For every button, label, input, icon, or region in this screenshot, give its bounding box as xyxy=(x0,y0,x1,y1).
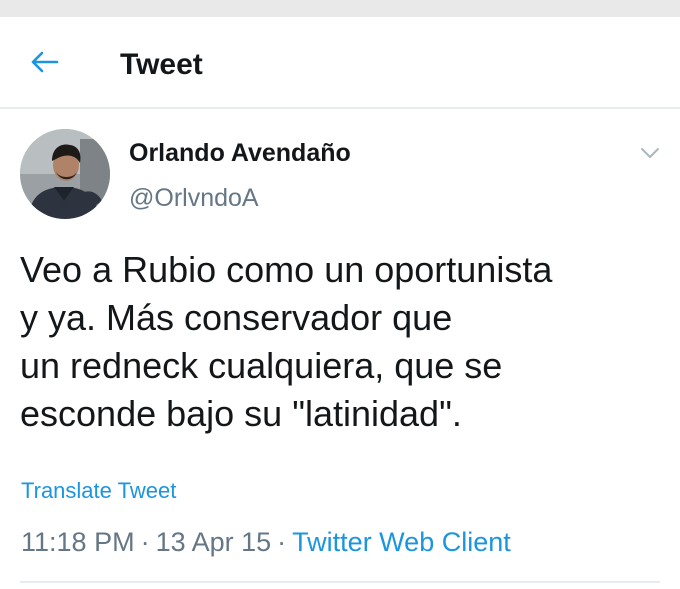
tweet-text-line: esconde bajo su "latinidad". xyxy=(20,393,462,434)
author-handle[interactable]: @OrlvndoA xyxy=(129,184,259,213)
back-button[interactable] xyxy=(26,49,62,79)
header-bar: Tweet xyxy=(0,17,680,109)
meta-separator: · xyxy=(140,527,150,557)
tweet-date: 13 Apr 15 xyxy=(155,527,272,557)
divider xyxy=(20,581,660,583)
tweet-text-line: Veo a Rubio como un oportunista xyxy=(20,249,553,290)
tweet-text-line: y ya. Más conservador que xyxy=(20,297,453,338)
tweet-time: 11:18 PM xyxy=(21,527,135,557)
top-strip xyxy=(0,0,680,17)
translate-tweet-link[interactable]: Translate Tweet xyxy=(21,478,176,504)
tweet-text-line: un redneck cualquiera, que se xyxy=(20,345,503,386)
author-display-name[interactable]: Orlando Avendaño xyxy=(129,139,351,168)
page-title: Tweet xyxy=(120,48,203,81)
tweet-options-button[interactable] xyxy=(636,143,664,167)
tweet-meta: 11:18 PM · 13 Apr 15 · Twitter Web Client xyxy=(21,527,511,558)
arrow-left-icon xyxy=(29,50,59,79)
chevron-down-icon xyxy=(640,146,660,164)
meta-separator: · xyxy=(277,527,287,557)
tweet-text: Veo a Rubio como un oportunista y ya. Má… xyxy=(20,246,660,438)
tweet-client-link[interactable]: Twitter Web Client xyxy=(292,527,511,557)
avatar[interactable] xyxy=(20,129,110,219)
